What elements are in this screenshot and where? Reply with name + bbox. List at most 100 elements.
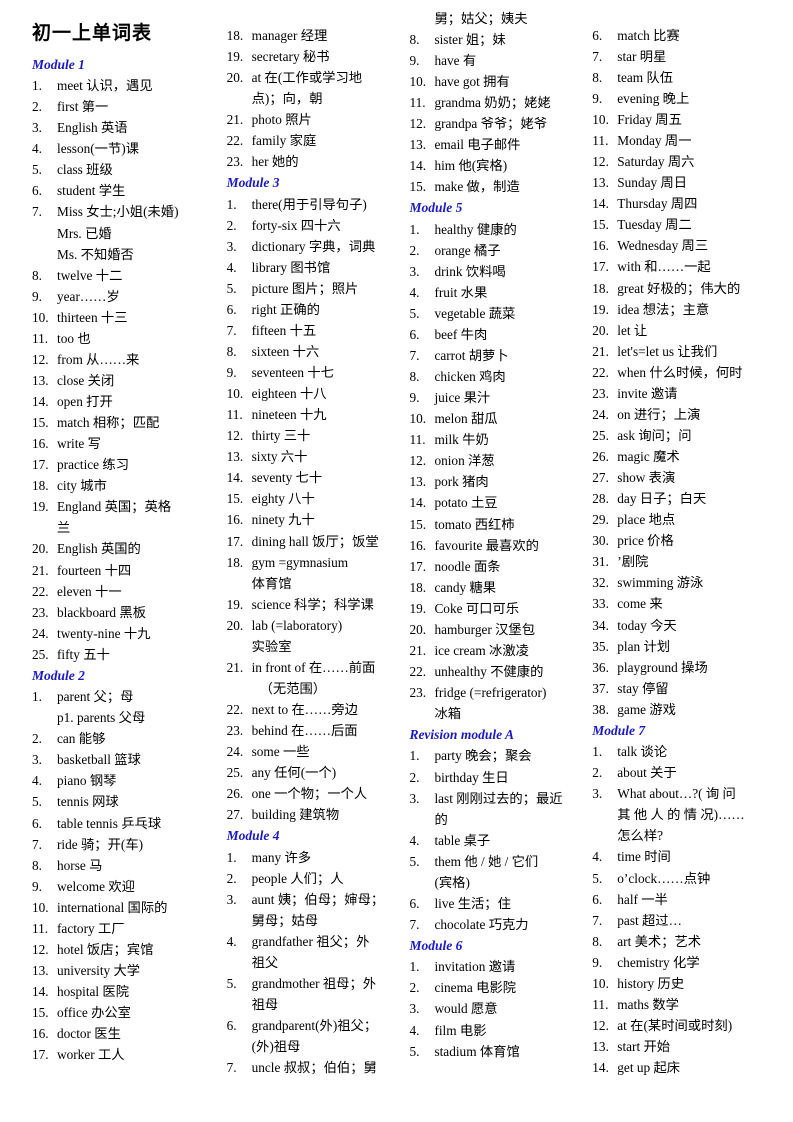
vocabulary-entry: 3. aunt 姨；伯母；婶母；	[227, 889, 404, 910]
entry-number: 3.	[32, 752, 42, 768]
vocabulary-entry: 15. office 办公室	[32, 1002, 221, 1023]
module-heading: Module 6	[409, 938, 463, 954]
entry-number: 33.	[592, 596, 609, 612]
entry-text: English 英语	[57, 120, 128, 136]
vocabulary-entry: 5. them 他 / 她 / 它们	[409, 851, 586, 872]
entry-number: 11.	[592, 133, 609, 149]
entry-number: 4.	[32, 141, 42, 157]
entry-number: 3.	[226, 891, 237, 907]
entry-number: 6.	[592, 891, 603, 907]
entry-number: 23.	[226, 723, 244, 739]
vocabulary-entry: 27. building 建筑物	[227, 804, 404, 825]
vocabulary-entry: 14. him 他(宾格)	[409, 155, 586, 176]
entry-number: 19.	[226, 596, 244, 612]
entry-number: 17.	[226, 533, 244, 549]
entry-text: dining hall 饭厅；饭堂	[251, 533, 379, 549]
vocabulary-entry: 10. history 历史	[592, 973, 773, 994]
entry-text: Coke 可口可乐	[434, 600, 520, 616]
entry-text: many 许多	[251, 849, 312, 865]
entry-text: student 学生	[57, 183, 126, 199]
entry-text: him 他(宾格)	[434, 158, 508, 174]
entry-text: Saturday 周六	[617, 154, 695, 170]
entry-number: 10.	[592, 112, 609, 127]
vocabulary-entry: 16. doctor 医生	[32, 1023, 221, 1044]
entry-text: science 科学；科学课	[251, 596, 374, 612]
vocabulary-entry: 8. chicken 鸡肉	[409, 366, 586, 387]
entry-text: birthday 生日	[434, 769, 509, 785]
entry-text: thirteen 十三	[57, 309, 128, 325]
entry-number: 1.	[226, 196, 237, 212]
entry-text: today 今天	[617, 617, 677, 633]
column-3: 舅；姑父；姨夫 8. sister 姐；妹 9. have 有 10. have got 拥…	[409, 8, 592, 1062]
entry-text: cinema 电影院	[434, 980, 517, 996]
entry-text: sixteen 十六	[251, 343, 320, 359]
entry-text: orange 橘子	[434, 242, 501, 258]
entry-text: there(用于引导句子)	[251, 196, 367, 212]
vocabulary-entry: 18. candy 糖果	[409, 577, 586, 598]
vocabulary-entry: 21. ice cream 冰激凌	[409, 640, 586, 661]
vocabulary-entry: 9. chemistry 化学	[592, 952, 773, 973]
vocabulary-entry: 20. hamburger 汉堡包	[409, 619, 586, 640]
vocabulary-entry: 16. ninety 九十	[227, 509, 404, 530]
vocabulary-entry: 6. right 正确的	[227, 299, 404, 320]
vocabulary-entry: 11. milk 牛奶	[409, 429, 586, 450]
entry-number: 7.	[409, 348, 420, 364]
entry-number: 14.	[226, 470, 244, 486]
vocabulary-entry: 14. hospital 医院	[32, 981, 221, 1002]
entry-number: 2.	[32, 99, 42, 115]
vocabulary-entry: 14. open 打开	[32, 391, 221, 412]
entry-number: 21.	[592, 343, 609, 359]
entry-text: plan 计划	[617, 638, 671, 654]
entry-text: close 关闭	[57, 372, 115, 388]
entry-text: stay 停留	[617, 680, 669, 696]
vocabulary-entry: 14. potato 土豆	[409, 492, 586, 513]
vocabulary-entry: 34. today 今天	[592, 615, 773, 636]
entry-continuation: (外)祖母	[251, 1039, 301, 1055]
entry-number: 13.	[409, 137, 427, 153]
entry-number: 36.	[592, 659, 609, 675]
entry-number: 2.	[226, 870, 237, 886]
entry-text: team 队伍	[617, 69, 674, 85]
entry-text: playground 操场	[617, 659, 708, 675]
vocabulary-entry: 5. class 班级	[32, 159, 221, 180]
entry-number: 2.	[226, 217, 237, 233]
entry-text: from 从……来	[57, 351, 140, 367]
vocabulary-entry: 2. cinema 电影院	[409, 977, 586, 998]
entry-text: match 比赛	[617, 27, 680, 43]
entry-number: 5.	[32, 162, 42, 178]
entry-text: library 图书馆	[251, 259, 331, 275]
entry-text: Miss 女士;小姐(未婚)	[57, 204, 179, 220]
module-heading: Module 7	[592, 722, 646, 738]
entry-text: her 她的	[251, 154, 299, 170]
entry-text: twenty-nine 十九	[57, 625, 151, 641]
entry-text: with 和……一起	[617, 259, 711, 275]
column-4: 6. match 比赛 7. star 明星 8. team 队伍 9. evening 晚上…	[592, 25, 779, 1078]
entry-number: 3.	[226, 238, 237, 254]
vocabulary-entry: 24. twenty-nine 十九	[32, 623, 221, 644]
vocabulary-entry: 5. picture 图片；照片	[227, 278, 404, 299]
vocabulary-entry: 3. basketball 篮球	[32, 749, 221, 770]
entry-number: 1.	[409, 748, 420, 764]
vocabulary-entry: 8. sister 姐；妹	[409, 29, 586, 50]
entry-text: beef 牛肉	[434, 326, 488, 342]
entry-number: 1.	[592, 744, 603, 760]
entry-number: 9.	[592, 90, 603, 106]
vocabulary-entry: 9. evening 晚上	[592, 88, 773, 109]
entry-number: 23.	[226, 154, 244, 170]
vocabulary-entry: 17. noodle 面条	[409, 556, 586, 577]
entry-number: 10.	[409, 73, 427, 89]
entry-text: live 生活；住	[434, 895, 511, 911]
entry-text: open 打开	[57, 394, 113, 410]
vocabulary-entry: 22. unhealthy 不健康的	[409, 661, 586, 682]
vocabulary-entry: 2. about 关于	[592, 762, 773, 783]
entry-text: ’剧院	[617, 554, 649, 570]
vocabulary-entry: 27. show 表演	[592, 467, 773, 488]
vocabulary-entry: 15. make 做，制造	[409, 176, 586, 197]
entry-text: family 家庭	[251, 133, 317, 149]
vocabulary-entry: 2. orange 橘子	[409, 240, 586, 261]
entry-number: 18.	[226, 554, 244, 570]
entry-text: behind 在……后面	[251, 723, 358, 739]
column-2: 18. manager 经理 19. secretary 秘书 20. at 在(工作或学…	[227, 25, 410, 1079]
vocabulary-entry: 16. favourite 最喜欢的	[409, 535, 586, 556]
entry-number: 4.	[409, 1022, 420, 1038]
